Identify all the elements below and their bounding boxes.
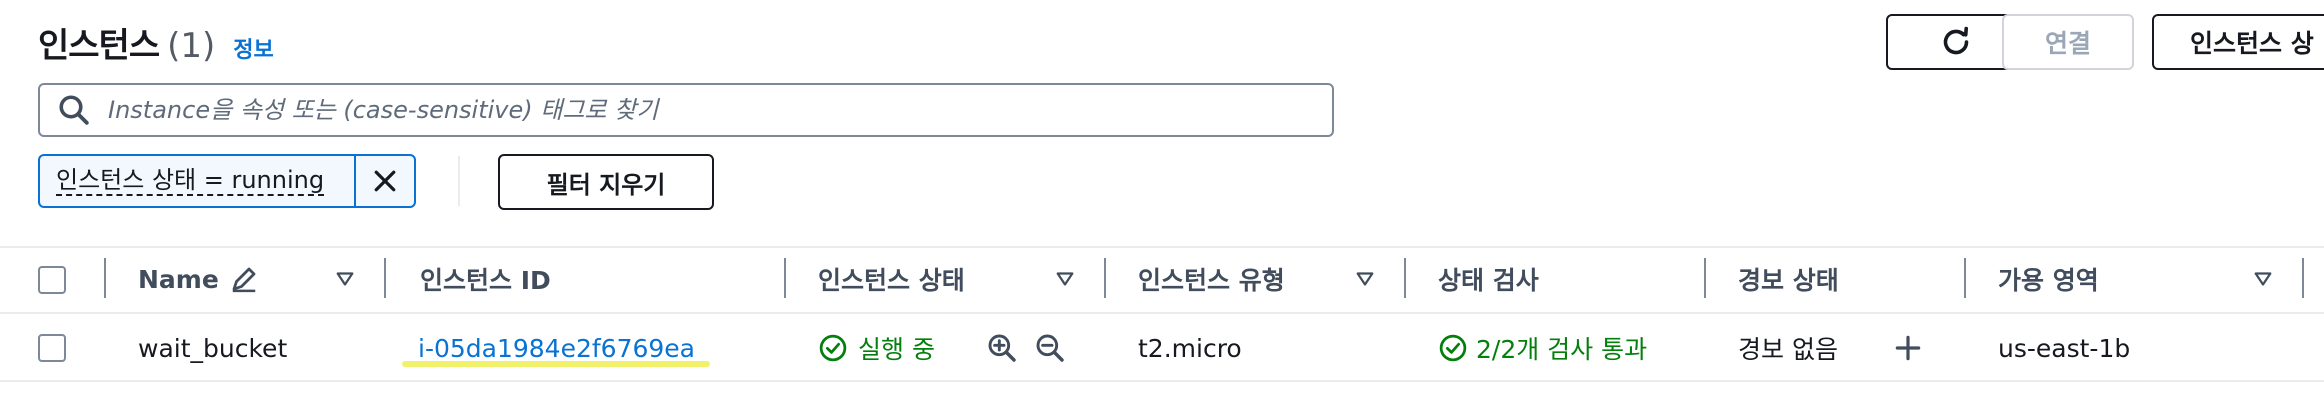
column-separator <box>784 258 786 298</box>
search-icon <box>59 95 89 125</box>
column-header-name-label: Name <box>138 264 219 294</box>
column-header-name[interactable]: Name <box>138 260 259 298</box>
edit-icon <box>232 267 256 293</box>
page-title: 인스턴스 <box>38 26 160 66</box>
remove-filter-button[interactable] <box>354 156 414 206</box>
row-checkbox[interactable] <box>38 334 66 362</box>
column-separator <box>2302 258 2304 298</box>
close-icon <box>374 170 396 192</box>
refresh-icon <box>1943 26 1969 55</box>
cell-name: wait_bucket <box>138 333 288 363</box>
check-circle-icon <box>1439 334 1467 362</box>
column-separator <box>384 258 386 298</box>
column-separator <box>1704 258 1706 298</box>
column-header-status-check[interactable]: 상태 검사 <box>1438 260 1539 298</box>
column-separator <box>1104 258 1106 298</box>
cell-alarm-status: 경보 없음 <box>1738 335 1838 364</box>
filter-token[interactable]: 인스턴스 상태 = running <box>38 154 416 208</box>
status-check-text: 2/2개 검사 통과 <box>1476 335 1648 364</box>
search-bar[interactable] <box>38 83 1334 137</box>
table-top-border <box>0 246 2324 248</box>
filter-divider <box>458 156 460 206</box>
select-all-checkbox[interactable] <box>38 266 66 294</box>
instance-state-button[interactable]: 인스턴스 상 <box>2152 14 2324 70</box>
table-row-border <box>0 380 2324 382</box>
column-separator <box>104 258 106 298</box>
page-header: 인스턴스 (1) 정보 <box>38 18 274 66</box>
sort-caret-icon[interactable] <box>2252 268 2274 290</box>
column-header-alarm-status[interactable]: 경보 상태 <box>1738 260 1839 298</box>
sort-caret-icon[interactable] <box>1354 268 1376 290</box>
connect-button[interactable]: 연결 <box>2002 14 2134 70</box>
column-header-instance-state[interactable]: 인스턴스 상태 <box>818 260 965 298</box>
zoom-out-icon[interactable] <box>1034 332 1066 364</box>
instance-state-text: 실행 중 <box>858 335 935 364</box>
column-separator <box>1964 258 1966 298</box>
plus-icon[interactable] <box>1892 332 1924 364</box>
column-header-instance-type[interactable]: 인스턴스 유형 <box>1138 260 1285 298</box>
instance-count: (1) <box>167 26 216 66</box>
column-header-instance-id[interactable]: 인스턴스 ID <box>420 260 551 298</box>
zoom-in-icon[interactable] <box>986 332 1018 364</box>
cell-instance-type: t2.micro <box>1138 333 1242 363</box>
filter-token-label[interactable]: 인스턴스 상태 = running <box>40 156 354 206</box>
cell-instance-state: 실행 중 <box>818 328 935 368</box>
table-header-border <box>0 312 2324 314</box>
check-circle-icon <box>819 334 847 362</box>
column-header-availability-zone[interactable]: 가용 영역 <box>1998 260 2099 298</box>
column-separator <box>1404 258 1406 298</box>
cell-availability-zone: us-east-1b <box>1998 333 2131 363</box>
clear-filters-button[interactable]: 필터 지우기 <box>498 154 714 210</box>
search-input[interactable] <box>106 95 1290 125</box>
instance-id-link[interactable]: i-05da1984e2f6769ea <box>418 328 695 368</box>
info-link[interactable]: 정보 <box>233 32 273 64</box>
sort-caret-icon[interactable] <box>1054 268 1076 290</box>
sort-caret-icon[interactable] <box>334 268 356 290</box>
cell-status-check[interactable]: 2/2개 검사 통과 <box>1438 328 1647 368</box>
